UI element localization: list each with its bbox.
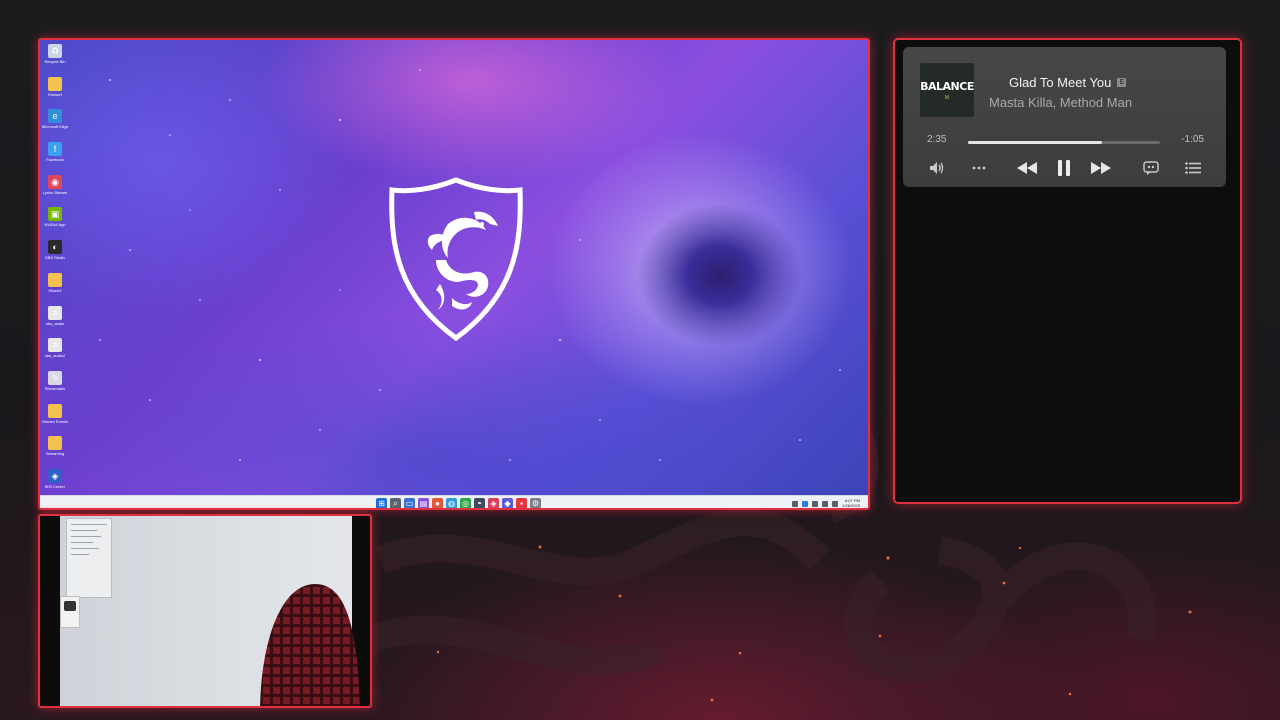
app-icon[interactable]: ▤ bbox=[418, 498, 429, 508]
desktop-shortcut-label: Facebook bbox=[46, 157, 64, 163]
now-playing-widget: BALANCE M Glad To Meet You E Masta Killa… bbox=[903, 47, 1226, 187]
file-explorer-icon[interactable]: ▭ bbox=[404, 498, 415, 508]
desktop-shortcut[interactable]: Stream Events bbox=[42, 403, 68, 437]
settings-icon[interactable]: ⚙ bbox=[530, 498, 541, 508]
playback-controls bbox=[903, 159, 1226, 179]
taskbar-date: 1/26/2025 bbox=[842, 502, 860, 508]
app-icon[interactable]: ◓ bbox=[474, 498, 485, 508]
obs-icon: ◐ bbox=[48, 240, 62, 255]
desktop-shortcut-label: ShareX bbox=[48, 287, 62, 293]
desktop-shortcut[interactable]: e Microsoft Edge bbox=[42, 109, 68, 142]
app-icon[interactable]: ▪ bbox=[516, 498, 527, 508]
msi-dragon-shield-logo bbox=[389, 177, 523, 342]
music-panel: BALANCE M Glad To Meet You E Masta Killa… bbox=[893, 38, 1242, 504]
wall-poster bbox=[60, 596, 80, 628]
desktop-shortcut-label: obs_audio bbox=[45, 320, 65, 326]
bluetooth-icon[interactable] bbox=[802, 500, 809, 507]
progress-fill bbox=[968, 141, 1103, 144]
whiteboard bbox=[66, 518, 112, 598]
folder-icon bbox=[48, 403, 62, 418]
desktop-shortcut[interactable]: Streaming bbox=[42, 436, 68, 469]
desktop-shortcut-label: Stream Events bbox=[42, 418, 68, 424]
file-icon: ≡ bbox=[48, 338, 62, 353]
more-options-icon[interactable] bbox=[969, 159, 989, 177]
desktop-shortcut-label: Lyrics Stream bbox=[42, 189, 68, 195]
network-icon[interactable] bbox=[812, 500, 819, 507]
desktop-shortcut[interactable]: f Facebook bbox=[42, 142, 68, 175]
desktop-shortcut[interactable]: ▣ NVIDIA App bbox=[42, 207, 68, 240]
app-icon[interactable]: ◆ bbox=[502, 498, 513, 508]
track-info: Glad To Meet You E Masta Killa, Method M… bbox=[989, 75, 1209, 110]
desktop-capture-window: ♻ Recycle Bin Entwurf e Microsoft Edge f Faceb… bbox=[38, 38, 870, 510]
album-art-subtitle: M bbox=[944, 94, 950, 101]
app-icon: ✎ bbox=[48, 370, 62, 385]
rewind-icon[interactable] bbox=[1015, 159, 1039, 177]
desktop-shortcut-label: obs_audio2 bbox=[44, 353, 66, 359]
track-artist[interactable]: Masta Killa, Method Man bbox=[989, 95, 1209, 110]
windows-taskbar: ⊞ ⌕ ▭ ▤ ● ◍ ◎ ◓ ◈ ◆ ▪ ⚙ 6:07 PM 1/26/2025 bbox=[40, 495, 868, 508]
app-icon: ◈ bbox=[48, 468, 62, 483]
remaining-time: -1:05 bbox=[1181, 134, 1204, 145]
app-icon: ◉ bbox=[48, 174, 62, 189]
album-art-title: BALANCE bbox=[920, 79, 974, 93]
desktop-shortcut-label: OBS Studio bbox=[44, 255, 66, 261]
person-in-hoodie bbox=[260, 584, 360, 706]
desktop-shortcut-label: Recycle Bin bbox=[44, 59, 66, 64]
fast-forward-icon[interactable] bbox=[1089, 159, 1113, 177]
explicit-icon: E bbox=[1117, 78, 1127, 87]
webcam-feed bbox=[38, 514, 372, 708]
track-title-row: Glad To Meet You E bbox=[989, 75, 1209, 90]
desktop-shortcut-label: Microsoft Edge bbox=[42, 124, 68, 130]
search-icon[interactable]: ⌕ bbox=[390, 498, 401, 508]
app-icon[interactable]: ◍ bbox=[446, 498, 457, 508]
queue-list-icon[interactable] bbox=[1183, 159, 1203, 177]
desktop-shortcut[interactable]: ♻ Recycle Bin bbox=[42, 44, 68, 77]
webcam-scene bbox=[60, 516, 360, 706]
desktop-shortcut-label: Streaming bbox=[45, 451, 65, 457]
chevron-up-icon[interactable] bbox=[792, 500, 799, 507]
taskbar-clock[interactable]: 6:07 PM 1/26/2025 bbox=[842, 498, 860, 508]
desktop-shortcut[interactable]: ≡ obs_audio bbox=[42, 305, 68, 339]
file-icon: ≡ bbox=[48, 305, 62, 320]
desktop-shortcut-label: MSI Center bbox=[44, 483, 66, 489]
desktop-shortcut-label: Entwurf bbox=[48, 91, 62, 97]
elapsed-time: 2:35 bbox=[927, 134, 947, 145]
folder-icon bbox=[48, 436, 62, 451]
taskbar-app-list: ⊞ ⌕ ▭ ▤ ● ◍ ◎ ◓ ◈ ◆ ▪ ⚙ bbox=[376, 498, 541, 508]
desktop-icon-column: ♻ Recycle Bin Entwurf e Microsoft Edge f Faceb… bbox=[42, 44, 68, 502]
app-icon[interactable]: ◎ bbox=[460, 498, 471, 508]
desktop-shortcut[interactable]: ShareX bbox=[42, 272, 68, 306]
pause-icon[interactable] bbox=[1054, 159, 1074, 177]
battery-icon[interactable] bbox=[832, 500, 839, 507]
desktop-shortcut[interactable]: Entwurf bbox=[42, 76, 68, 110]
recycle-bin-icon: ♻ bbox=[48, 44, 62, 58]
app-icon: f bbox=[48, 142, 62, 157]
track-title[interactable]: Glad To Meet You bbox=[1009, 75, 1111, 90]
nvidia-icon: ▣ bbox=[48, 207, 62, 222]
desktop-shortcut[interactable]: ◐ OBS Studio bbox=[42, 240, 68, 273]
album-art[interactable]: BALANCE M bbox=[920, 63, 974, 117]
system-tray: 6:07 PM 1/26/2025 bbox=[792, 498, 860, 508]
desktop-shortcut-label: Streamlabs bbox=[44, 385, 66, 391]
folder-icon bbox=[48, 272, 62, 287]
desktop-shortcut-label: NVIDIA App bbox=[44, 222, 66, 228]
progress-bar[interactable] bbox=[968, 141, 1160, 144]
desktop-shortcut[interactable]: ≡ obs_audio2 bbox=[42, 338, 68, 371]
folder-icon bbox=[48, 76, 62, 91]
volume-icon[interactable] bbox=[822, 500, 829, 507]
start-icon[interactable]: ⊞ bbox=[376, 498, 387, 508]
app-icon[interactable]: ◈ bbox=[488, 498, 499, 508]
desktop-shortcut[interactable]: ✎ Streamlabs bbox=[42, 370, 68, 404]
desktop-shortcut[interactable]: ◉ Lyrics Stream bbox=[42, 174, 68, 208]
lyrics-icon[interactable] bbox=[1141, 159, 1161, 177]
volume-icon[interactable] bbox=[927, 159, 947, 177]
edge-icon: e bbox=[48, 109, 62, 124]
app-icon[interactable]: ● bbox=[432, 498, 443, 508]
